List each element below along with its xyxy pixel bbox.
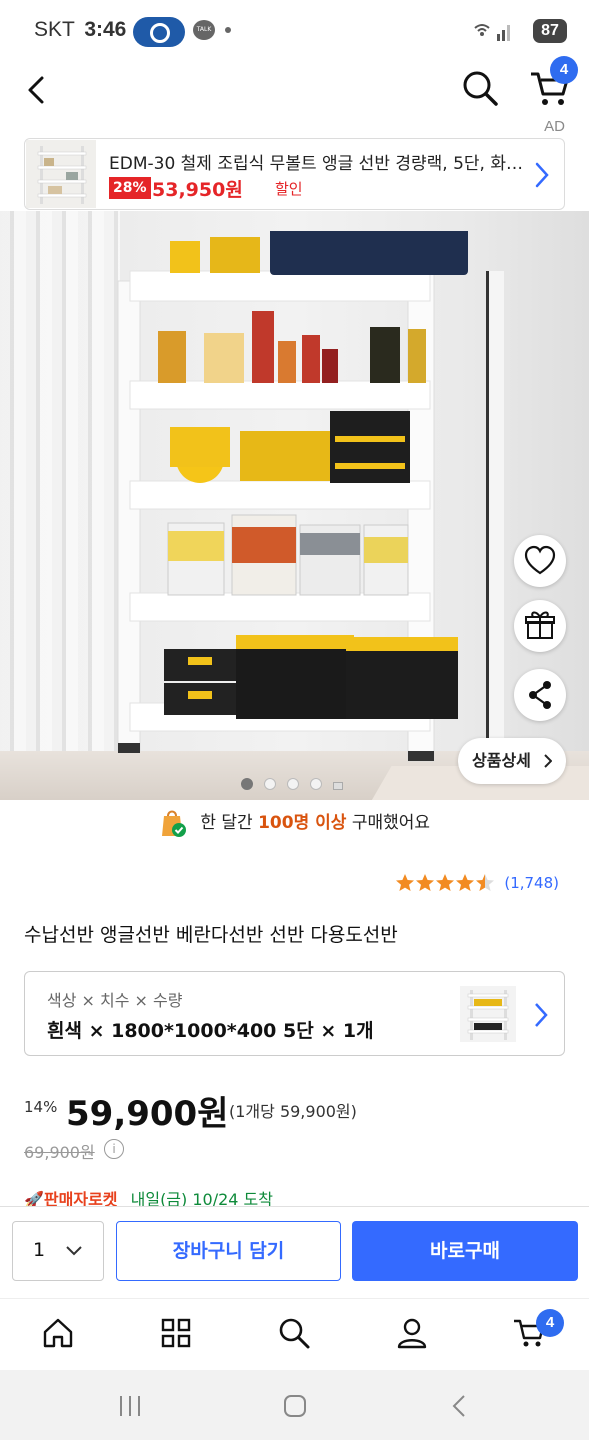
carrier-name: SKT [34, 18, 75, 41]
home-button-icon[interactable] [281, 1394, 309, 1418]
rating-summary[interactable]: (1,748) [395, 872, 559, 896]
add-to-cart-button[interactable]: 장바구니 담기 [116, 1221, 341, 1281]
option-label: 색상 × 치수 × 수량 [47, 991, 183, 1010]
notice-prefix: 한 달간 [200, 813, 253, 833]
share-button[interactable] [514, 669, 566, 721]
ad-product-thumbnail [26, 140, 96, 208]
carousel-dot[interactable] [333, 782, 343, 790]
info-icon[interactable]: i [104, 1139, 124, 1159]
gift-button[interactable] [514, 600, 566, 652]
ad-sale-label: 할인 [275, 180, 303, 198]
cart-button[interactable]: 4 [528, 56, 578, 110]
review-count: (1,748) [504, 873, 559, 892]
discount-percent: 14% [24, 1098, 58, 1116]
chevron-right-icon [535, 162, 549, 188]
talk-notification-icon: TALK [193, 20, 215, 40]
home-icon[interactable] [40, 1315, 76, 1351]
ad-discount-badge: 28% [109, 177, 151, 199]
ad-title: EDM-30 철제 조립식 무볼트 앵글 선반 경량랙, 5단, 화이트 [109, 154, 529, 174]
purchase-count-notice: 한 달간 100명 이상 구매했어요 [0, 808, 589, 844]
chevron-right-icon [535, 1003, 548, 1027]
product-detail-label: 상품상세 [472, 751, 531, 770]
curtain-background [0, 211, 120, 771]
recent-apps-icon[interactable] [116, 1394, 144, 1418]
battery-icon: 87 [533, 19, 567, 43]
star-rating-icon [396, 873, 495, 891]
original-price: 69,900원 [24, 1143, 95, 1162]
more-notifications-icon [225, 27, 231, 33]
ad-label: AD [544, 118, 565, 135]
cart-count-badge: 4 [536, 1309, 564, 1337]
heart-icon [524, 545, 556, 575]
carousel-dot[interactable] [241, 778, 253, 790]
buy-now-button[interactable]: 바로구매 [352, 1221, 578, 1281]
bottom-navigation: 4 [0, 1298, 589, 1370]
shelving-rack-image [117, 231, 468, 762]
share-icon [529, 681, 551, 709]
notice-suffix: 구매했어요 [351, 813, 431, 833]
my-account-icon[interactable] [394, 1315, 430, 1351]
ad-banner[interactable]: EDM-30 철제 조립식 무볼트 앵글 선반 경량랙, 5단, 화이트 28%… [24, 138, 565, 210]
categories-icon[interactable] [158, 1315, 194, 1351]
quantity-select[interactable]: 1 [12, 1221, 104, 1281]
chevron-right-icon [544, 754, 552, 768]
option-thumbnail [460, 986, 516, 1042]
product-title: 수납선반 앵글선반 베란다선반 선반 다용도선반 [24, 924, 398, 946]
product-image-carousel[interactable] [0, 211, 589, 800]
signal-icon [474, 24, 510, 41]
system-back-icon[interactable] [446, 1394, 474, 1418]
carousel-dot[interactable] [310, 778, 322, 790]
cart-count-badge: 4 [550, 56, 578, 84]
sale-price: 59,900원 [66, 1094, 229, 1134]
product-detail-button[interactable]: 상품상세 [458, 738, 566, 784]
top-app-bar: 4 [0, 56, 589, 122]
carousel-pagination [241, 775, 354, 790]
gift-icon [525, 611, 555, 639]
status-bar: SKT 3:46 TALK 87 [0, 0, 589, 62]
carousel-dot[interactable] [287, 778, 299, 790]
search-icon[interactable] [276, 1315, 312, 1351]
quantity-value: 1 [33, 1239, 46, 1261]
ad-price: 53,950원 [152, 179, 243, 201]
search-icon[interactable] [458, 66, 502, 110]
notice-highlight: 100명 이상 [258, 813, 347, 833]
option-selector[interactable]: 색상 × 치수 × 수량 흰색 × 1800*1000*400 5단 × 1개 [24, 971, 565, 1056]
unit-price: (1개당 59,900원) [229, 1102, 357, 1121]
shopping-bag-icon [161, 810, 186, 837]
clock: 3:46 [84, 18, 127, 41]
option-value: 흰색 × 1800*1000*400 5단 × 1개 [47, 1020, 374, 1042]
back-arrow-icon[interactable] [18, 68, 58, 112]
purchase-action-bar: 1 장바구니 담기 바로구매 [0, 1206, 589, 1298]
media-indicator-icon [133, 17, 185, 47]
rack-back-post [486, 271, 504, 741]
nav-cart-button[interactable]: 4 [512, 1309, 564, 1355]
wishlist-button[interactable] [514, 535, 566, 587]
chevron-down-icon [66, 1246, 82, 1256]
system-navigation-bar [0, 1370, 589, 1440]
carousel-dot[interactable] [264, 778, 276, 790]
